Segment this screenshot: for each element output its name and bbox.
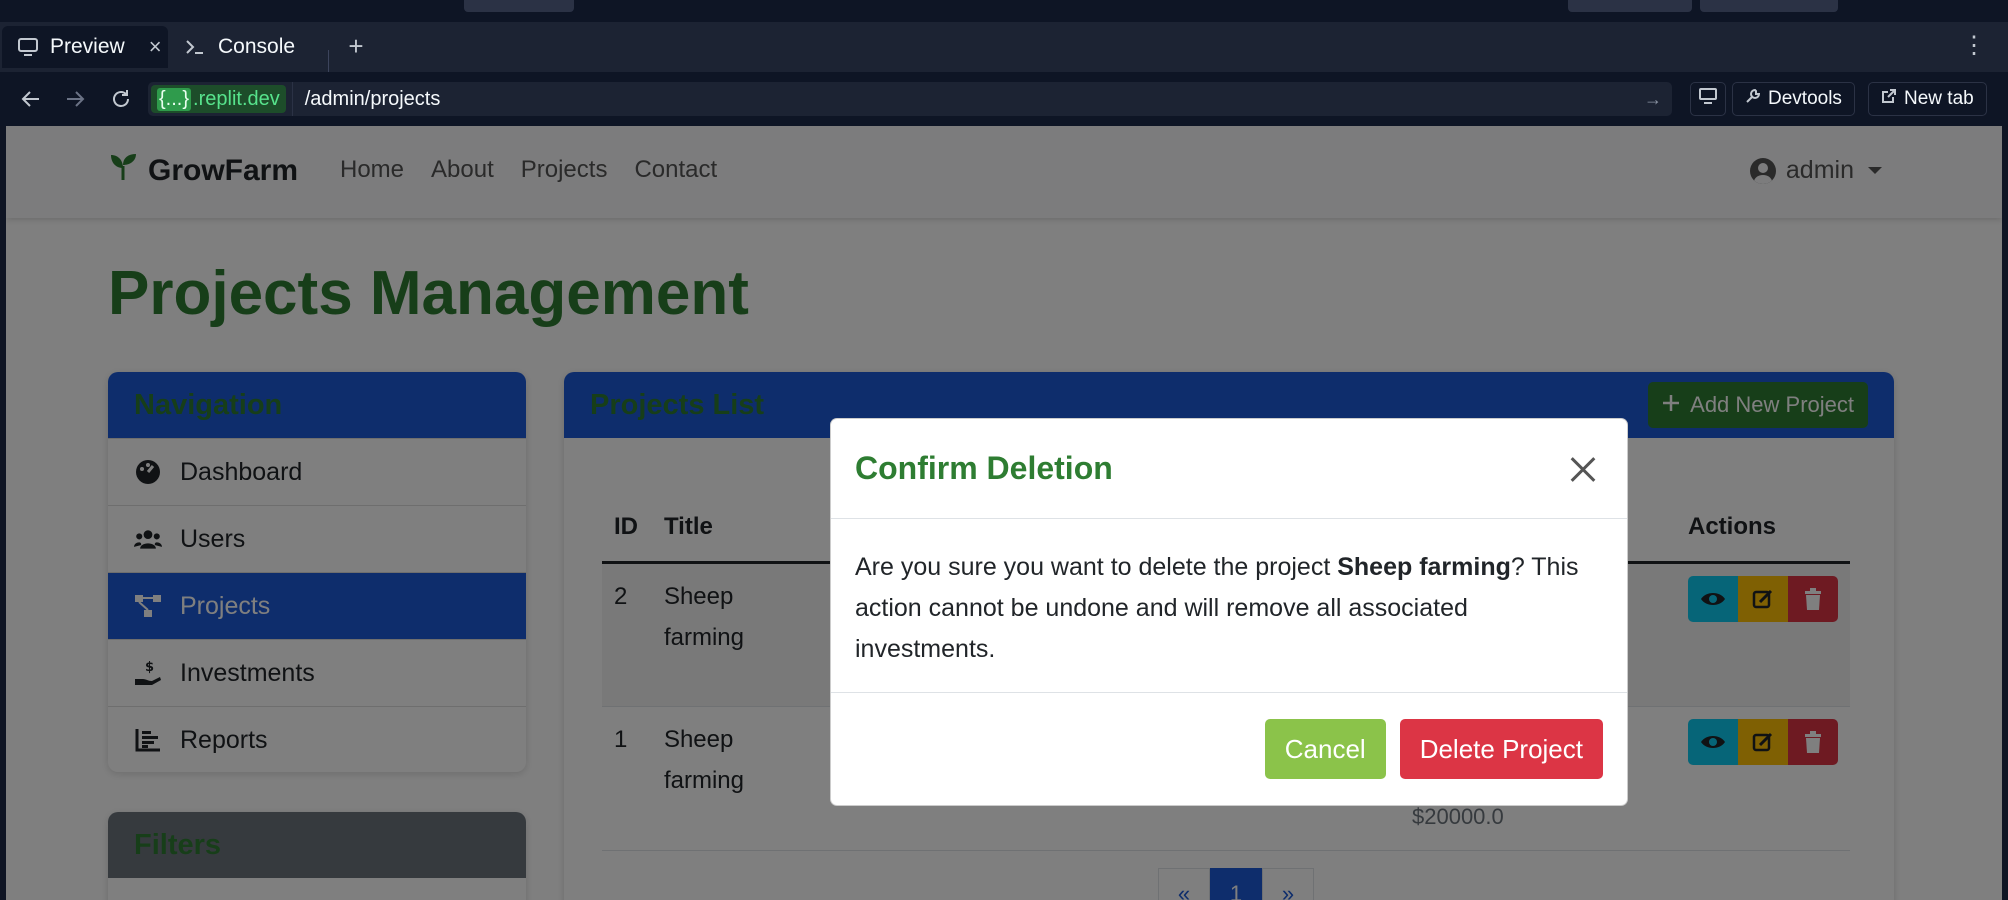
monitor-icon bbox=[18, 36, 38, 58]
devtools-label: Devtools bbox=[1768, 88, 1842, 109]
tab-console[interactable]: Console bbox=[168, 26, 328, 68]
url-host: {...} .replit.dev bbox=[151, 85, 286, 113]
new-tab-button[interactable]: + bbox=[340, 30, 372, 62]
tab-label: Console bbox=[218, 35, 296, 58]
display-icon bbox=[1699, 88, 1717, 110]
page-viewport: GrowFarm Home About Projects Contact adm… bbox=[6, 126, 2002, 900]
forward-arrow-icon[interactable] bbox=[60, 84, 90, 114]
wrench-icon bbox=[1745, 88, 1761, 110]
close-icon[interactable] bbox=[1563, 449, 1603, 489]
more-menu-icon[interactable]: ⋮ bbox=[1962, 34, 1986, 58]
tab-preview[interactable]: Preview × bbox=[2, 26, 168, 68]
url-host-highlight: {...} bbox=[157, 87, 192, 111]
address-bar: {...} .replit.dev /admin/projects → Devt… bbox=[0, 72, 2008, 126]
new-tab-label: New tab bbox=[1904, 88, 1974, 109]
modal-header: Confirm Deletion bbox=[831, 419, 1627, 519]
reload-icon[interactable] bbox=[106, 84, 136, 114]
modal-project-name: Sheep farming bbox=[1337, 553, 1511, 581]
url-separator bbox=[291, 82, 293, 116]
modal-message-start: Are you sure you want to delete the proj… bbox=[855, 553, 1338, 581]
top-strip-button[interactable] bbox=[1700, 0, 1838, 12]
modal-title: Confirm Deletion bbox=[855, 450, 1113, 486]
terminal-icon bbox=[184, 36, 206, 58]
top-strip-button[interactable] bbox=[1568, 0, 1692, 12]
tab-label: Preview bbox=[50, 35, 125, 58]
top-strip-tab-handle[interactable] bbox=[464, 0, 574, 12]
url-path: /admin/projects bbox=[304, 87, 441, 110]
confirm-deletion-modal: Confirm Deletion Are you sure you want t… bbox=[830, 418, 1628, 806]
window-top-strip bbox=[0, 0, 2008, 22]
cancel-button[interactable]: Cancel bbox=[1264, 719, 1386, 779]
open-new-tab-button[interactable]: New tab bbox=[1868, 82, 1987, 116]
external-link-icon bbox=[1881, 88, 1897, 110]
back-arrow-icon[interactable] bbox=[16, 84, 46, 114]
devtools-button[interactable]: Devtools bbox=[1732, 82, 1855, 116]
device-preview-button[interactable] bbox=[1690, 82, 1726, 116]
close-icon[interactable]: × bbox=[149, 34, 162, 60]
browser-tab-bar: Preview × Console bbox=[0, 22, 2008, 86]
go-arrow-icon[interactable]: → bbox=[1644, 89, 1662, 110]
url-field[interactable]: {...} .replit.dev /admin/projects → bbox=[148, 82, 1672, 116]
delete-project-button[interactable]: Delete Project bbox=[1399, 719, 1603, 779]
modal-footer: Cancel Delete Project bbox=[831, 693, 1627, 805]
url-host-domain: .replit.dev bbox=[193, 87, 280, 110]
modal-body: Are you sure you want to delete the proj… bbox=[831, 519, 1627, 693]
